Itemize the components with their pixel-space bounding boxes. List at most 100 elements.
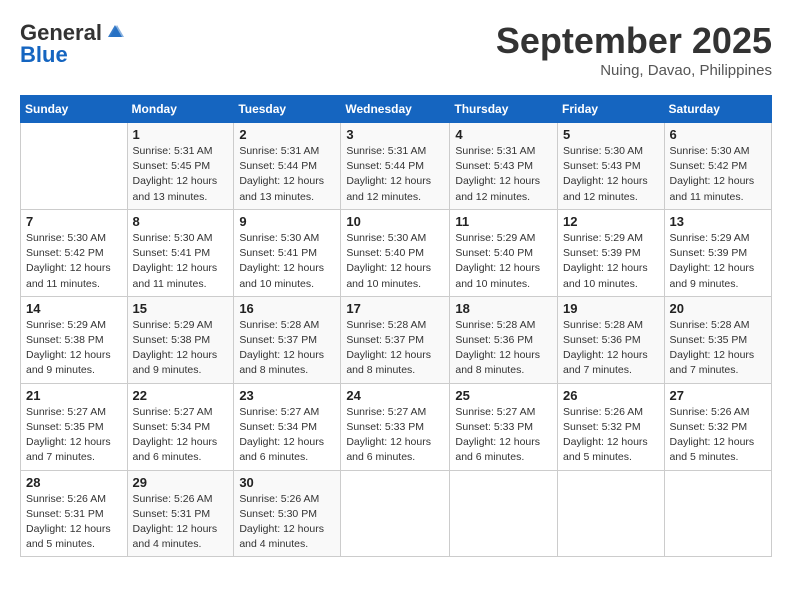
- location: Nuing, Davao, Philippines: [496, 62, 772, 79]
- day-number: 20: [670, 301, 766, 316]
- day-number: 9: [239, 214, 335, 229]
- cell-info: Sunrise: 5:28 AM Sunset: 5:37 PM Dayligh…: [239, 318, 335, 379]
- month-title: September 2025: [496, 20, 772, 62]
- calendar-cell: 27Sunrise: 5:26 AM Sunset: 5:32 PM Dayli…: [664, 383, 771, 470]
- calendar-cell: 12 Sunrise: 5:29 AM Sunset: 5:39 PM Dayli…: [558, 209, 665, 296]
- day-number: 22: [133, 388, 229, 403]
- day-number: 1: [133, 127, 229, 142]
- cell-info: Sunrise: 5:30 AM Sunset: 5:40 PM Dayligh…: [346, 231, 444, 292]
- col-header-sunday: Sunday: [21, 96, 128, 123]
- day-number: 25: [455, 388, 552, 403]
- day-number: 10: [346, 214, 444, 229]
- calendar-cell: 23 Sunrise: 5:27 AM Sunset: 5:34 PM Dayli…: [234, 383, 341, 470]
- cell-info: Sunrise: 5:30 AM Sunset: 5:41 PM Dayligh…: [239, 231, 335, 292]
- col-header-friday: Friday: [558, 96, 665, 123]
- cell-info: Sunrise: 5:29 AM Sunset: 5:38 PM Dayligh…: [26, 318, 122, 379]
- day-number: 12: [563, 214, 659, 229]
- col-header-tuesday: Tuesday: [234, 96, 341, 123]
- day-number: 26: [563, 388, 659, 403]
- cell-info: Sunrise: 5:27 AM Sunset: 5:34 PM Dayligh…: [239, 405, 335, 466]
- day-number: 2: [239, 127, 335, 142]
- calendar-table: SundayMondayTuesdayWednesdayThursdayFrid…: [20, 95, 772, 557]
- day-number: 16: [239, 301, 335, 316]
- calendar-cell: 30 Sunrise: 5:26 AM Sunset: 5:30 PM Dayli…: [234, 470, 341, 557]
- cell-info: Sunrise: 5:28 AM Sunset: 5:35 PM Dayligh…: [670, 318, 766, 379]
- calendar-cell: 5 Sunrise: 5:30 AM Sunset: 5:43 PM Daylig…: [558, 123, 665, 210]
- calendar-cell: 14 Sunrise: 5:29 AM Sunset: 5:38 PM Dayli…: [21, 296, 128, 383]
- col-header-monday: Monday: [127, 96, 234, 123]
- col-header-thursday: Thursday: [450, 96, 558, 123]
- day-number: 8: [133, 214, 229, 229]
- day-number: 11: [455, 214, 552, 229]
- calendar-cell: 2 Sunrise: 5:31 AM Sunset: 5:44 PM Daylig…: [234, 123, 341, 210]
- week-row-4: 21 Sunrise: 5:27 AM Sunset: 5:35 PM Dayli…: [21, 383, 772, 470]
- day-number: 21: [26, 388, 122, 403]
- day-number: 13: [670, 214, 766, 229]
- day-number: 23: [239, 388, 335, 403]
- cell-info: Sunrise: 5:31 AM Sunset: 5:44 PM Dayligh…: [239, 144, 335, 205]
- col-header-wednesday: Wednesday: [341, 96, 450, 123]
- calendar-cell: 17 Sunrise: 5:28 AM Sunset: 5:37 PM Dayli…: [341, 296, 450, 383]
- calendar-cell: 4 Sunrise: 5:31 AM Sunset: 5:43 PM Daylig…: [450, 123, 558, 210]
- cell-info: Sunrise: 5:29 AM Sunset: 5:40 PM Dayligh…: [455, 231, 552, 292]
- calendar-cell: 16 Sunrise: 5:28 AM Sunset: 5:37 PM Dayli…: [234, 296, 341, 383]
- day-number: 24: [346, 388, 444, 403]
- day-number: 29: [133, 475, 229, 490]
- calendar-cell: 8 Sunrise: 5:30 AM Sunset: 5:41 PM Daylig…: [127, 209, 234, 296]
- week-row-1: 1 Sunrise: 5:31 AM Sunset: 5:45 PM Daylig…: [21, 123, 772, 210]
- day-number: 17: [346, 301, 444, 316]
- day-number: 4: [455, 127, 552, 142]
- calendar-cell: 7 Sunrise: 5:30 AM Sunset: 5:42 PM Daylig…: [21, 209, 128, 296]
- cell-info: Sunrise: 5:28 AM Sunset: 5:37 PM Dayligh…: [346, 318, 444, 379]
- header-row: SundayMondayTuesdayWednesdayThursdayFrid…: [21, 96, 772, 123]
- cell-info: Sunrise: 5:28 AM Sunset: 5:36 PM Dayligh…: [563, 318, 659, 379]
- calendar-cell: 26 Sunrise: 5:26 AM Sunset: 5:32 PM Dayli…: [558, 383, 665, 470]
- title-block: September 2025 Nuing, Davao, Philippines: [496, 20, 772, 79]
- calendar-cell: [341, 470, 450, 557]
- cell-info: Sunrise: 5:26 AM Sunset: 5:31 PM Dayligh…: [26, 492, 122, 553]
- calendar-cell: 22 Sunrise: 5:27 AM Sunset: 5:34 PM Dayli…: [127, 383, 234, 470]
- cell-info: Sunrise: 5:30 AM Sunset: 5:42 PM Dayligh…: [26, 231, 122, 292]
- calendar-cell: 10 Sunrise: 5:30 AM Sunset: 5:40 PM Dayli…: [341, 209, 450, 296]
- day-number: 5: [563, 127, 659, 142]
- calendar-cell: 1 Sunrise: 5:31 AM Sunset: 5:45 PM Daylig…: [127, 123, 234, 210]
- day-number: 7: [26, 214, 122, 229]
- cell-info: Sunrise: 5:29 AM Sunset: 5:39 PM Dayligh…: [670, 231, 766, 292]
- calendar-cell: [558, 470, 665, 557]
- cell-info: Sunrise: 5:27 AM Sunset: 5:33 PM Dayligh…: [346, 405, 444, 466]
- cell-info: Sunrise: 5:30 AM Sunset: 5:41 PM Dayligh…: [133, 231, 229, 292]
- week-row-3: 14 Sunrise: 5:29 AM Sunset: 5:38 PM Dayli…: [21, 296, 772, 383]
- calendar-cell: 29Sunrise: 5:26 AM Sunset: 5:31 PM Dayli…: [127, 470, 234, 557]
- calendar-cell: 13 Sunrise: 5:29 AM Sunset: 5:39 PM Dayli…: [664, 209, 771, 296]
- cell-info: Sunrise: 5:30 AM Sunset: 5:43 PM Dayligh…: [563, 144, 659, 205]
- cell-info: Sunrise: 5:27 AM Sunset: 5:34 PM Dayligh…: [133, 405, 229, 466]
- cell-info: Sunrise: 5:31 AM Sunset: 5:45 PM Dayligh…: [133, 144, 229, 205]
- calendar-cell: 24 Sunrise: 5:27 AM Sunset: 5:33 PM Dayli…: [341, 383, 450, 470]
- logo-blue: Blue: [20, 42, 68, 68]
- calendar-cell: 9 Sunrise: 5:30 AM Sunset: 5:41 PM Daylig…: [234, 209, 341, 296]
- cell-info: Sunrise: 5:27 AM Sunset: 5:33 PM Dayligh…: [455, 405, 552, 466]
- day-number: 19: [563, 301, 659, 316]
- cell-info: Sunrise: 5:26 AM Sunset: 5:30 PM Dayligh…: [239, 492, 335, 553]
- day-number: 6: [670, 127, 766, 142]
- logo: General Blue: [20, 20, 126, 68]
- calendar-cell: 28 Sunrise: 5:26 AM Sunset: 5:31 PM Dayli…: [21, 470, 128, 557]
- day-number: 14: [26, 301, 122, 316]
- week-row-5: 28 Sunrise: 5:26 AM Sunset: 5:31 PM Dayli…: [21, 470, 772, 557]
- cell-info: Sunrise: 5:31 AM Sunset: 5:43 PM Dayligh…: [455, 144, 552, 205]
- cell-info: Sunrise: 5:31 AM Sunset: 5:44 PM Dayligh…: [346, 144, 444, 205]
- cell-info: Sunrise: 5:26 AM Sunset: 5:32 PM Dayligh…: [563, 405, 659, 466]
- calendar-cell: 19 Sunrise: 5:28 AM Sunset: 5:36 PM Dayli…: [558, 296, 665, 383]
- day-number: 28: [26, 475, 122, 490]
- calendar-cell: 15Sunrise: 5:29 AM Sunset: 5:38 PM Dayli…: [127, 296, 234, 383]
- calendar-cell: 25 Sunrise: 5:27 AM Sunset: 5:33 PM Dayli…: [450, 383, 558, 470]
- calendar-cell: [21, 123, 128, 210]
- day-number: 15: [133, 301, 229, 316]
- week-row-2: 7 Sunrise: 5:30 AM Sunset: 5:42 PM Daylig…: [21, 209, 772, 296]
- page-header: General Blue September 2025 Nuing, Davao…: [20, 20, 772, 79]
- day-number: 30: [239, 475, 335, 490]
- cell-info: Sunrise: 5:27 AM Sunset: 5:35 PM Dayligh…: [26, 405, 122, 466]
- cell-info: Sunrise: 5:29 AM Sunset: 5:39 PM Dayligh…: [563, 231, 659, 292]
- day-number: 27: [670, 388, 766, 403]
- cell-info: Sunrise: 5:28 AM Sunset: 5:36 PM Dayligh…: [455, 318, 552, 379]
